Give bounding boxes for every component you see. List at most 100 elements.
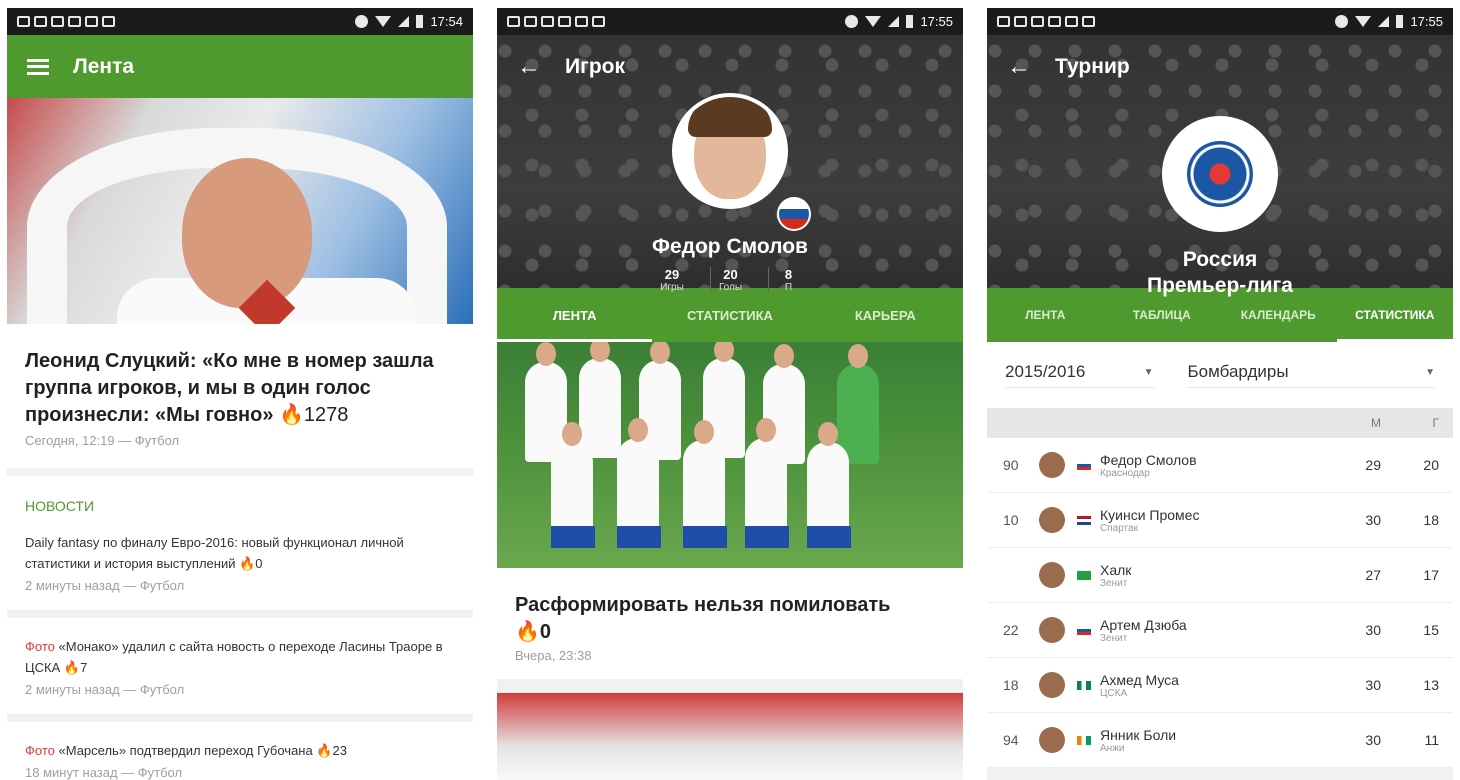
player-name: Федор Смолов [652,235,808,258]
team-photo[interactable] [497,342,963,568]
battery-icon [906,15,914,28]
dnd-icon [845,15,859,28]
table-header: М Г [987,408,1453,438]
notification-icon [102,16,115,27]
app-toolbar: Лента [7,35,473,98]
news-item[interactable]: Daily fantasy по финалу Евро-2016: новый… [25,532,455,596]
fire-icon: 🔥 [515,621,540,643]
dnd-icon [355,15,369,28]
notification-icon [997,16,1010,27]
status-bar: 17:55 [987,8,1453,35]
section-title: НОВОСТИ [25,498,95,514]
tournament-header: ← Турнир Россия Премьер-лига [987,35,1453,297]
player-header: ← Игрок Федор Смолов 29 Игры 20 Голы 8 П [497,35,963,293]
signal-icon [398,16,410,27]
tab-statistics[interactable]: СТАТИСТИКА [652,288,807,342]
signal-icon [1378,16,1390,27]
netherlands-flag-icon [1077,515,1091,525]
battery-icon [1396,15,1404,28]
table-row[interactable]: 22 Артем Дзюба Зенит 30 15 [987,603,1453,658]
table-row[interactable]: 18 Ахмед Муса ЦСКА 30 13 [987,658,1453,713]
table-row[interactable]: 10 Куинси Промес Спартак 30 18 [987,493,1453,548]
notification-icon [507,16,520,27]
headline-card[interactable]: Леонид Слуцкий: «Ко мне в номер зашла гр… [7,324,473,468]
notification-icon [51,16,64,27]
phone-tournament-screen: 17:55 ← Турнир Россия Премьер-лига ЛЕНТА… [987,8,1453,780]
table-row[interactable]: Халк Зенит 27 17 [987,548,1453,603]
stat-type-dropdown[interactable]: Бомбардиры ▼ [1187,362,1435,388]
back-arrow-icon[interactable]: ← [517,53,541,81]
facebook-icon [541,16,554,27]
league-logo [1162,116,1278,232]
fire-icon: 🔥 [63,660,81,675]
photo-tag: Фото [25,743,55,758]
news-section: НОВОСТИ Daily fantasy по финалу Евро-201… [7,476,473,610]
ivory-coast-flag-icon [1077,735,1091,745]
avatar [1039,672,1065,698]
mail-icon [85,16,98,27]
russia-flag-icon [1077,625,1091,635]
tab-career[interactable]: КАРЬЕРА [808,288,963,342]
article-meta: Вчера, 23:38 [515,648,592,663]
player-tabs: ЛЕНТА СТАТИСТИКА КАРЬЕРА [497,288,963,342]
headline-title[interactable]: Леонид Слуцкий: «Ко мне в номер зашла гр… [25,348,455,429]
screen-title: Игрок [565,54,626,78]
fire-icon: 🔥 [316,743,333,758]
tab-table[interactable]: ТАБЛИЦА [1104,288,1221,342]
wifi-icon [375,16,392,27]
dnd-icon [1335,15,1349,28]
tournament-tabs: ЛЕНТА ТАБЛИЦА КАЛЕНДАРЬ СТАТИСТИКА [987,288,1453,342]
news-item[interactable]: Фото «Монако» удалил с сайта новость о п… [7,618,473,714]
notification-icon [17,16,30,27]
battery-icon [416,15,424,28]
status-time: 17:54 [430,14,463,29]
tab-feed[interactable]: ЛЕНТА [987,288,1104,342]
avatar [1039,452,1065,478]
menu-icon[interactable] [27,58,49,75]
tab-statistics[interactable]: СТАТИСТИКА [1336,288,1454,342]
headline-photo[interactable] [7,98,473,324]
screen-title: Турнир [1055,54,1130,78]
notification-icon [575,16,588,27]
photo-icon [558,16,571,27]
notification-icon [1082,16,1095,27]
tab-feed[interactable]: ЛЕНТА [497,288,653,342]
russia-flag-icon [777,197,811,231]
photo-icon [68,16,81,27]
tab-calendar[interactable]: КАЛЕНДАРЬ [1220,288,1337,342]
fire-icon: 🔥 [279,404,304,426]
avatar [1039,507,1065,533]
column-matches: М [1371,416,1381,430]
chevron-down-icon: ▼ [1425,366,1435,378]
notification-icon [1014,16,1027,27]
article-photo[interactable] [497,693,963,780]
headline-meta: Сегодня, 12:19 — Футбол [25,433,180,448]
article-title: Расформировать нельзя помиловать [515,594,891,616]
season-dropdown[interactable]: 2015/2016 ▼ [1005,362,1154,388]
status-bar: 17:54 [7,8,473,35]
signal-icon [888,16,900,27]
back-arrow-icon[interactable]: ← [1007,53,1031,81]
photo-tag: Фото [25,639,55,654]
stats-filters: 2015/2016 ▼ Бомбардиры ▼ [987,342,1453,408]
league-emblem-icon [1187,141,1253,207]
news-item[interactable]: Фото «Марсель» подтвердил переход Губоча… [7,722,473,780]
brazil-flag-icon [1077,570,1091,580]
wifi-icon [865,16,882,27]
chevron-down-icon: ▼ [1143,366,1154,378]
article-count: 0 [539,621,552,643]
facebook-icon [1031,16,1044,27]
avatar [1039,727,1065,753]
phone-player-screen: 17:55 ← Игрок Федор Смолов 29 Игры 20 Го… [497,8,963,780]
table-row[interactable]: 94 Янник Боли Анжи 30 11 [987,713,1453,768]
avatar [1039,562,1065,588]
avatar [1039,617,1065,643]
column-goals: Г [1432,416,1440,430]
notification-icon [592,16,605,27]
notification-icon [524,16,537,27]
nigeria-flag-icon [1077,680,1091,690]
table-row[interactable]: 90 Федор Смолов Краснодар 29 20 [987,438,1453,493]
player-avatar [672,93,788,209]
status-time: 17:55 [1410,14,1443,29]
article-card[interactable]: Расформировать нельзя помиловать 🔥0 Вчер… [497,568,963,679]
